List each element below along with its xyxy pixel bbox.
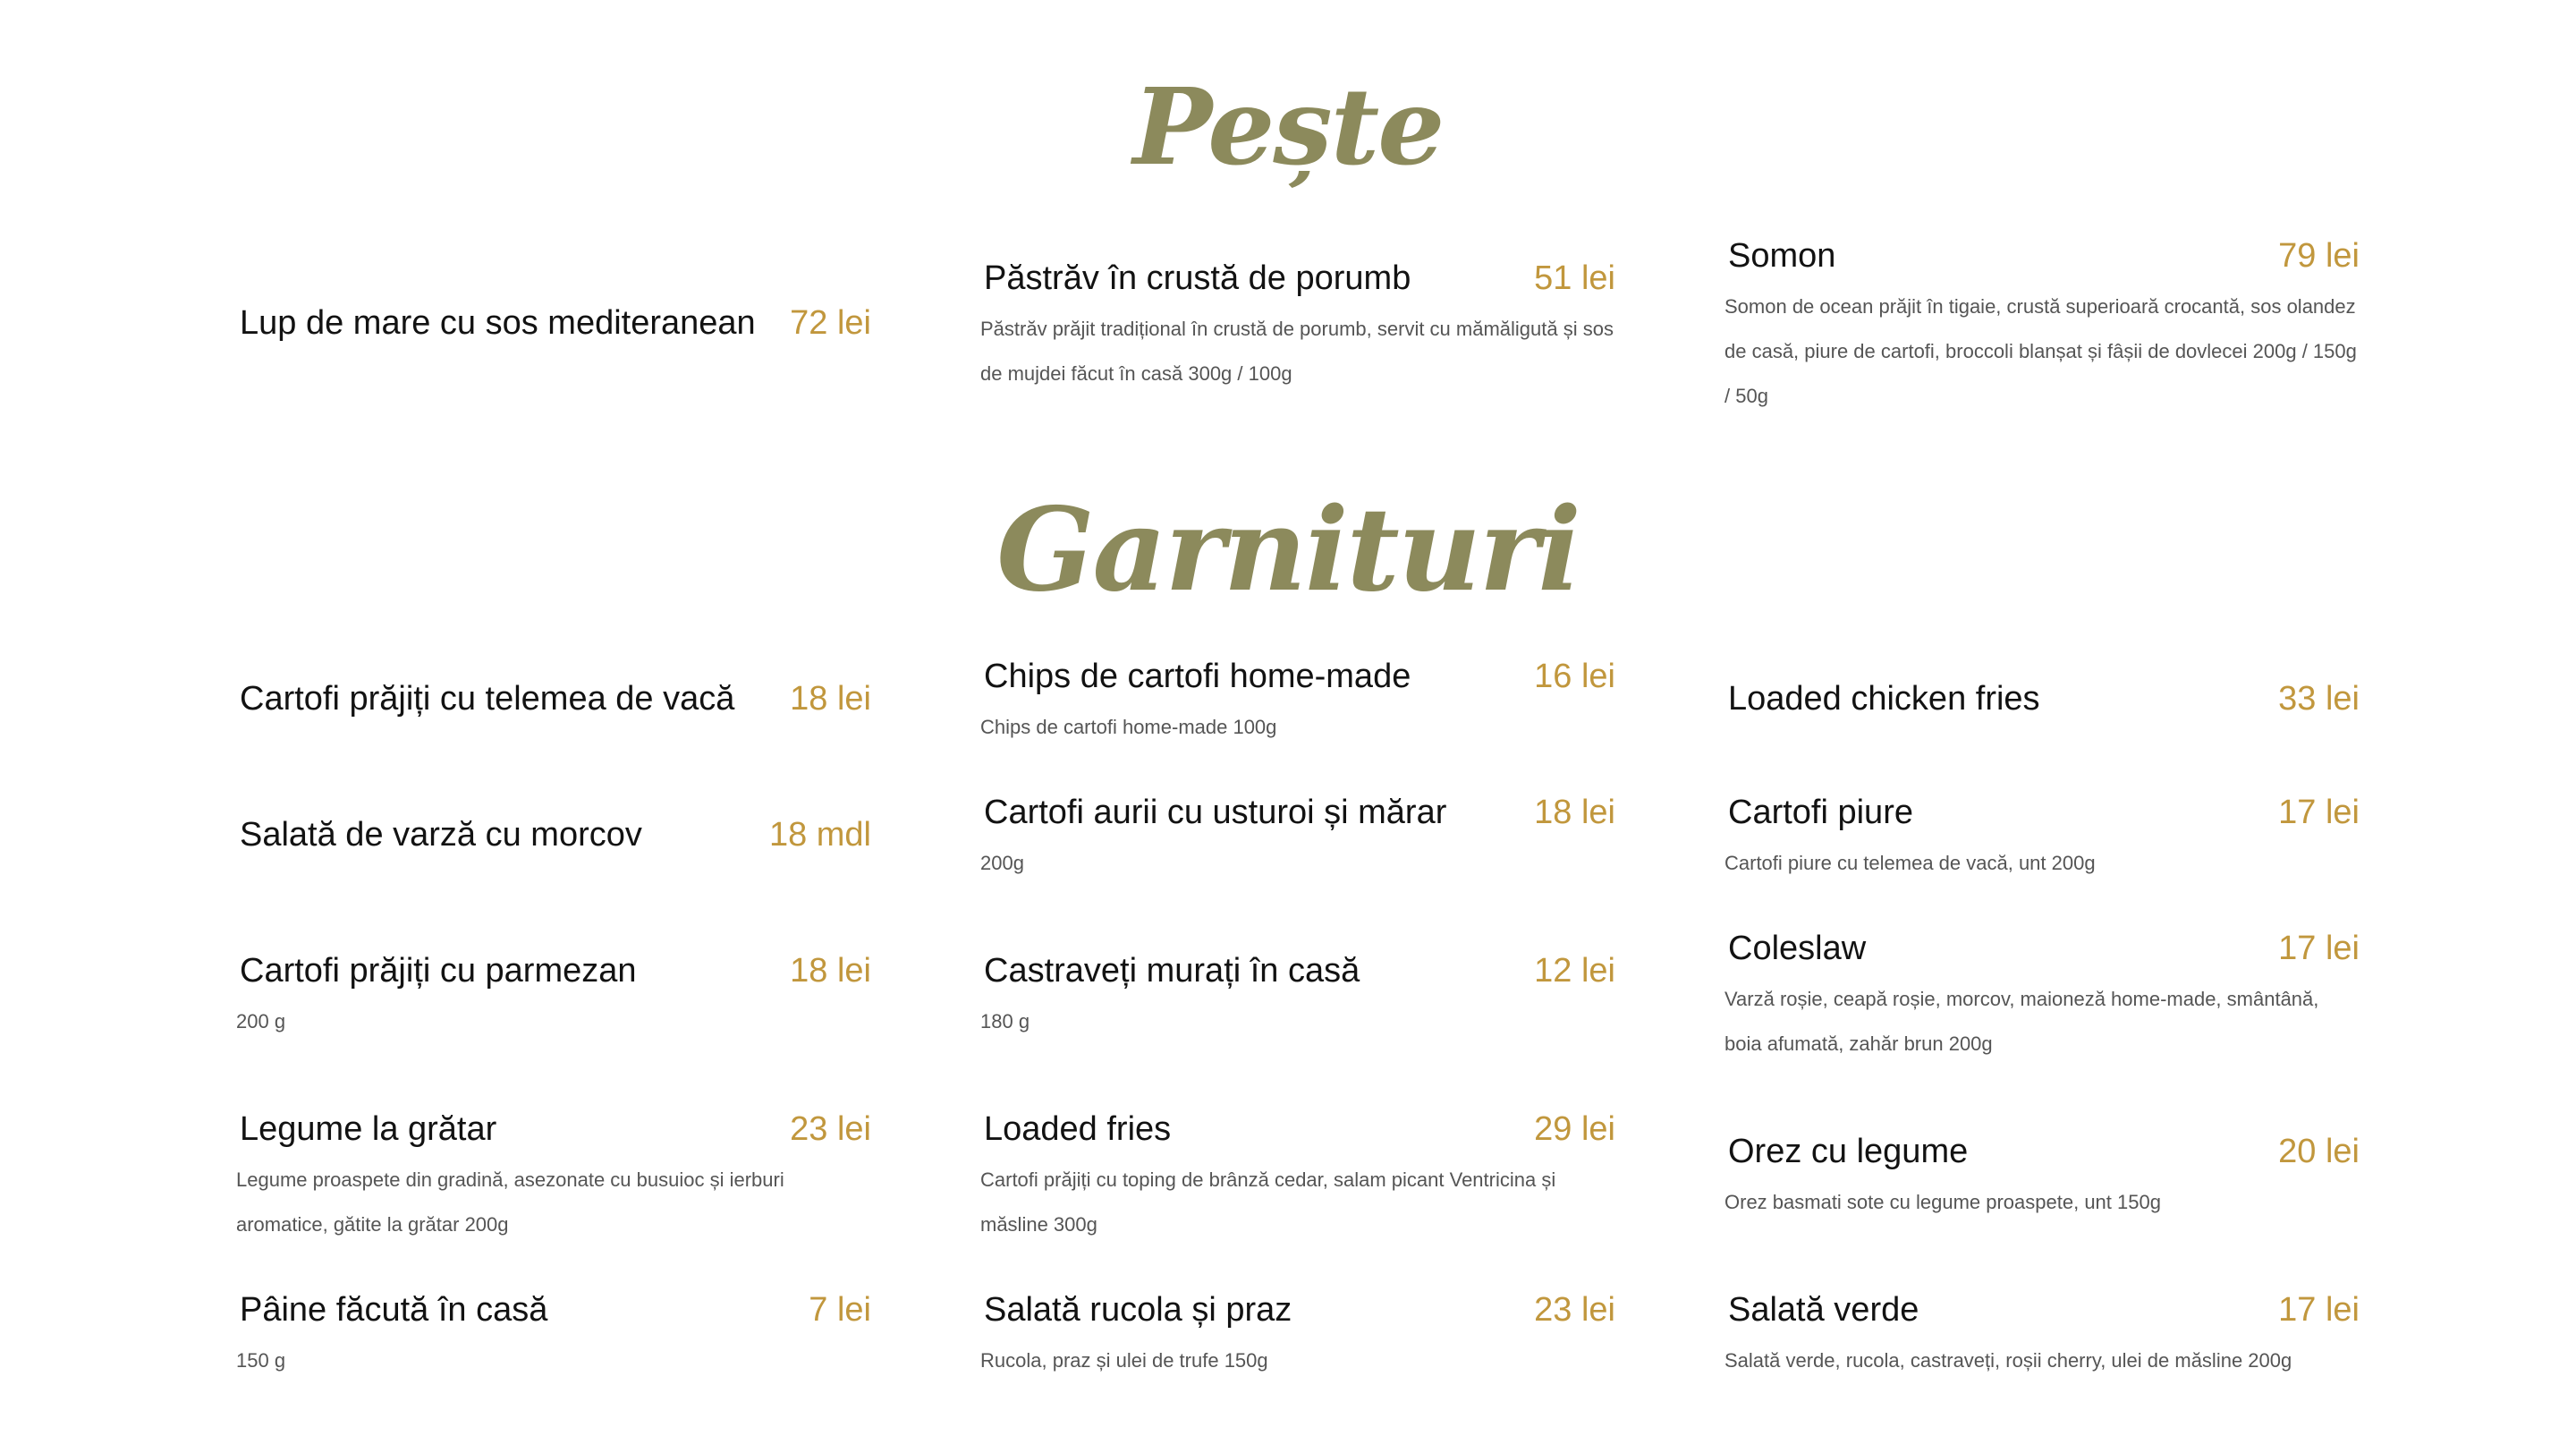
item-description: 180 g bbox=[980, 1010, 1030, 1032]
item-price: 33 lei bbox=[2278, 680, 2360, 718]
item-price: 17 lei bbox=[2278, 930, 2360, 967]
item-price: 79 lei bbox=[2278, 237, 2360, 275]
menu-item: Salată verde 17 lei Salată verde, rucola… bbox=[1724, 1291, 2360, 1383]
item-name: Loaded fries bbox=[984, 1110, 1172, 1148]
menu-item: Păstrăv în crustă de porumb 51 lei Păstr… bbox=[980, 259, 1615, 396]
section-title-garnituri: Garnituri bbox=[996, 483, 1581, 617]
item-name: Păstrăv în crustă de porumb bbox=[984, 259, 1411, 297]
item-price: 20 lei bbox=[2278, 1133, 2360, 1170]
menu-item: Castraveți murați în casă 12 lei 180 g bbox=[980, 952, 1615, 1044]
item-description: Chips de cartofi home-made 100g bbox=[980, 716, 1277, 738]
item-price: 18 lei bbox=[790, 952, 871, 990]
item-name: Somon bbox=[1728, 237, 1836, 275]
item-name: Cartofi prăjiți cu parmezan bbox=[240, 952, 637, 990]
item-price: 29 lei bbox=[1534, 1110, 1615, 1148]
menu-item: Legume la grătar 23 lei Legume proaspete… bbox=[236, 1110, 871, 1247]
item-name: Castraveți murați în casă bbox=[984, 952, 1360, 990]
menu-item: Salată de varză cu morcov 18 mdl bbox=[236, 816, 871, 854]
item-description: Orez basmati sote cu legume proaspete, u… bbox=[1724, 1191, 2161, 1213]
item-description: Salată verde, rucola, castraveți, roșii … bbox=[1724, 1349, 2292, 1372]
item-description: Legume proaspete din gradină, asezonate … bbox=[236, 1168, 784, 1236]
menu-item: Loaded fries 29 lei Cartofi prăjiți cu t… bbox=[980, 1110, 1615, 1247]
item-price: 23 lei bbox=[790, 1110, 871, 1148]
item-description: 150 g bbox=[236, 1349, 286, 1372]
item-description: Rucola, praz și ulei de trufe 150g bbox=[980, 1349, 1268, 1372]
item-price: 72 lei bbox=[790, 304, 871, 342]
item-name: Salată verde bbox=[1728, 1291, 1919, 1329]
item-name: Cartofi prăjiți cu telemea de vacă bbox=[240, 680, 735, 718]
item-name: Chips de cartofi home-made bbox=[984, 658, 1411, 695]
item-price: 16 lei bbox=[1534, 658, 1615, 695]
item-name: Coleslaw bbox=[1728, 930, 1867, 967]
item-description: 200g bbox=[980, 852, 1024, 874]
item-name: Cartofi aurii cu usturoi și mărar bbox=[984, 794, 1447, 831]
item-description: 200 g bbox=[236, 1010, 286, 1032]
menu-item: Salată rucola și praz 23 lei Rucola, pra… bbox=[980, 1291, 1615, 1383]
item-name: Pâine făcută în casă bbox=[240, 1291, 548, 1329]
menu-item: Orez cu legume 20 lei Orez basmati sote … bbox=[1724, 1133, 2360, 1225]
item-name: Salată rucola și praz bbox=[984, 1291, 1292, 1329]
item-name: Legume la grătar bbox=[240, 1110, 497, 1148]
item-description: Cartofi prăjiți cu toping de brânză ceda… bbox=[980, 1168, 1556, 1236]
menu-item: Chips de cartofi home-made 16 lei Chips … bbox=[980, 658, 1615, 750]
item-name: Loaded chicken fries bbox=[1728, 680, 2040, 718]
menu-item: Cartofi prăjiți cu telemea de vacă 18 le… bbox=[236, 680, 871, 718]
item-price: 18 lei bbox=[1534, 794, 1615, 831]
item-name: Lup de mare cu sos mediteranean bbox=[240, 304, 756, 342]
item-price: 17 lei bbox=[2278, 794, 2360, 831]
menu-item: Lup de mare cu sos mediteranean 72 lei bbox=[236, 304, 871, 343]
item-name: Orez cu legume bbox=[1728, 1133, 1969, 1170]
menu-item: Somon 79 lei Somon de ocean prăjit în ti… bbox=[1724, 237, 2360, 419]
item-price: 51 lei bbox=[1534, 259, 1615, 297]
item-price: 17 lei bbox=[2278, 1291, 2360, 1329]
item-price: 7 lei bbox=[809, 1291, 871, 1329]
menu-item: Loaded chicken fries 33 lei bbox=[1724, 680, 2360, 718]
menu-item: Coleslaw 17 lei Varză roșie, ceapă roșie… bbox=[1724, 930, 2360, 1066]
menu-item: Cartofi aurii cu usturoi și mărar 18 lei… bbox=[980, 794, 1615, 886]
item-description: Păstrăv prăjit tradițional în crustă de … bbox=[980, 318, 1614, 385]
item-price: 18 lei bbox=[790, 680, 871, 718]
item-description: Somon de ocean prăjit în tigaie, crustă … bbox=[1724, 295, 2357, 407]
section-title-peste: Pește bbox=[1132, 64, 1445, 189]
menu-item: Cartofi piure 17 lei Cartofi piure cu te… bbox=[1724, 794, 2360, 886]
menu-item: Pâine făcută în casă 7 lei 150 g bbox=[236, 1291, 871, 1383]
item-name: Cartofi piure bbox=[1728, 794, 1913, 831]
item-price: 23 lei bbox=[1534, 1291, 1615, 1329]
item-price: 18 mdl bbox=[768, 816, 871, 854]
item-description: Cartofi piure cu telemea de vacă, unt 20… bbox=[1724, 852, 2096, 874]
item-price: 12 lei bbox=[1534, 952, 1615, 990]
item-name: Salată de varză cu morcov bbox=[240, 816, 642, 854]
item-description: Varză roșie, ceapă roșie, morcov, maione… bbox=[1724, 988, 2319, 1055]
menu-item: Cartofi prăjiți cu parmezan 18 lei 200 g bbox=[236, 952, 871, 1044]
